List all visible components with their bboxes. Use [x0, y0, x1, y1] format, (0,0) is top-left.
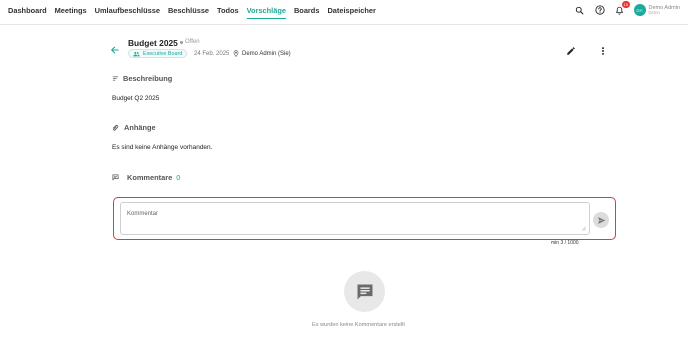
- comment-placeholder: Kommentar: [127, 211, 159, 217]
- nav-item-dashboard[interactable]: Dashboard: [8, 6, 47, 19]
- empty-state-illustration: [344, 271, 385, 312]
- comments-heading-label: Kommentare: [127, 173, 173, 182]
- back-button[interactable]: [110, 42, 120, 60]
- nav-item-beschluesse[interactable]: Beschlüsse: [168, 6, 209, 19]
- user-info: Demo Admin Demo: [649, 5, 681, 16]
- search-icon: [575, 6, 584, 14]
- notifications-button[interactable]: 10: [614, 1, 630, 16]
- comment-icon: [112, 174, 119, 181]
- search-button[interactable]: [574, 4, 586, 16]
- location-pin-icon: [233, 50, 239, 57]
- nav-menu: Dashboard Meetings Umlaufbeschlüsse Besc…: [8, 6, 376, 19]
- avatar: DA: [633, 4, 646, 16]
- status-label: Offen: [185, 39, 200, 45]
- help-button[interactable]: [594, 4, 606, 16]
- nav-item-meetings[interactable]: Meetings: [55, 6, 87, 19]
- status-badge: Offen: [180, 39, 200, 45]
- attachments-heading-label: Anhänge: [124, 123, 156, 132]
- comment-input[interactable]: Kommentar: [120, 202, 590, 235]
- edit-button[interactable]: [566, 43, 576, 61]
- attachment-icon: [112, 124, 119, 131]
- comments-heading: Kommentare 0: [112, 173, 180, 182]
- nav-item-todos[interactable]: Todos: [217, 6, 239, 19]
- nav-actions: 10 DA Demo Admin Demo: [574, 1, 681, 16]
- pencil-icon: [567, 47, 575, 55]
- group-icon: [133, 51, 140, 56]
- board-name: Executive Board: [143, 50, 183, 57]
- comment-icon: [357, 284, 372, 299]
- send-icon: [597, 216, 605, 224]
- nav-item-vorschlaege[interactable]: Vorschläge: [246, 6, 286, 19]
- description-heading-label: Beschreibung: [123, 74, 173, 83]
- more-vertical-icon: [602, 47, 604, 55]
- comments-empty-text: Es wurden keine Kommentare erstellt: [312, 322, 405, 328]
- nav-item-dateispeicher[interactable]: Dateispeicher: [327, 6, 375, 19]
- author-info: Demo Admin (Sie): [233, 50, 291, 57]
- description-text: Budget Q2 2025: [112, 95, 160, 102]
- board-chip[interactable]: Executive Board: [128, 49, 188, 58]
- arrow-left-icon: [111, 46, 119, 54]
- attachments-heading: Anhänge: [112, 123, 156, 132]
- notes-icon: [112, 76, 119, 81]
- nav-item-boards[interactable]: Boards: [294, 6, 319, 19]
- comments-count: 0: [176, 173, 181, 182]
- nav-item-umlaufbeschluesse[interactable]: Umlaufbeschlüsse: [95, 6, 160, 19]
- resize-grip-icon[interactable]: [581, 226, 586, 231]
- proposal-title: Budget 2025: [128, 38, 178, 48]
- author-name: Demo Admin (Sie): [242, 50, 291, 57]
- description-heading: Beschreibung: [112, 74, 172, 83]
- user-menu[interactable]: DA Demo Admin Demo: [633, 4, 681, 16]
- character-counter: min 3 / 1000: [551, 240, 579, 246]
- more-options-button[interactable]: [599, 43, 607, 61]
- proposal-date: 24 Feb. 2025: [194, 51, 230, 57]
- top-navigation: Dashboard Meetings Umlaufbeschlüsse Besc…: [0, 0, 688, 25]
- send-comment-button[interactable]: [593, 212, 609, 228]
- attachments-empty-text: Es sind keine Anhänge vorhanden.: [112, 144, 213, 151]
- notification-badge: 10: [622, 1, 630, 8]
- user-role: Demo: [648, 9, 660, 15]
- status-dot: [180, 40, 183, 44]
- help-icon: [594, 5, 605, 15]
